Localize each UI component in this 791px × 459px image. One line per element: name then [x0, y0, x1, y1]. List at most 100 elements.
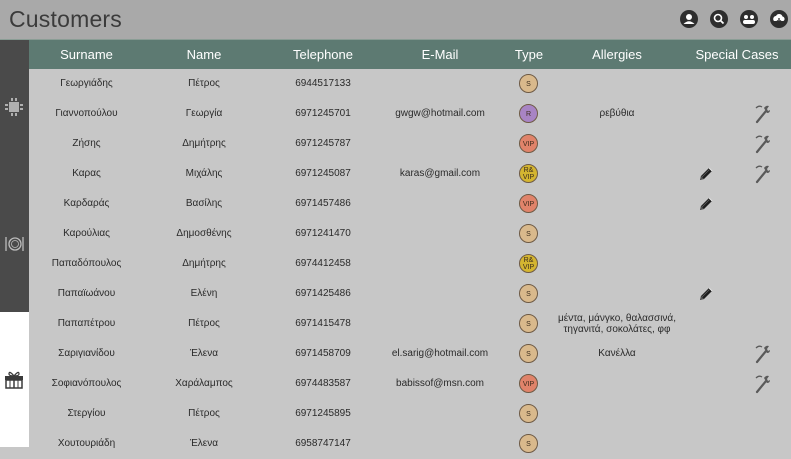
table-row[interactable]: Παπαπέτρου Πέτρος 6971415478 Sμέντα, μάνγκο…: [29, 309, 791, 339]
cell-email: babissof@msn.com: [396, 378, 484, 389]
cell-surname: Σοφιανόπουλος: [51, 378, 122, 389]
header-telephone[interactable]: Telephone: [273, 40, 373, 69]
cell-surname: Ζήσης: [72, 138, 101, 149]
cell-allergies: Κανέλλα: [598, 348, 636, 359]
type-badge[interactable]: R& VIP: [519, 164, 538, 183]
cell-email: [385, 129, 495, 159]
table-row[interactable]: Στεργίου Πέτρος 6971245895 S: [29, 399, 791, 429]
type-badge[interactable]: S: [519, 314, 538, 333]
cell-telephone: 6971245895: [295, 408, 351, 419]
cell-surname: Καρας: [72, 168, 101, 179]
cell-allergies: [552, 189, 682, 219]
table-row[interactable]: Καρας Μιχάλης 6971245087 karas@gmail.com R& V…: [29, 159, 791, 189]
cell-name: Δημοσθένης: [176, 228, 232, 239]
header-special-cases[interactable]: Special Cases: [687, 40, 787, 69]
search-icon[interactable]: [709, 9, 729, 29]
wrench-icon[interactable]: [753, 342, 771, 366]
cell-name: Μιχάλης: [185, 168, 223, 179]
cell-allergies: [552, 69, 682, 99]
cell-name: Δημήτρης: [182, 258, 226, 269]
table-row[interactable]: Καρδαράς Βασίλης 6971457486 VIP: [29, 189, 791, 219]
cell-telephone: 6971245087: [295, 168, 351, 179]
type-badge[interactable]: VIP: [519, 374, 538, 393]
sidebar-light-section: [0, 312, 29, 447]
header-surname[interactable]: Surname: [39, 40, 134, 69]
cell-allergies: ρεβύθια: [599, 108, 635, 119]
header-type[interactable]: Type: [509, 40, 549, 69]
cell-telephone: 6971415478: [295, 318, 351, 329]
cell-telephone: 6971425486: [295, 288, 351, 299]
cell-surname: Γεωργιάδης: [60, 78, 113, 89]
cell-telephone: 6971457486: [295, 198, 351, 209]
cell-allergies: [552, 279, 682, 309]
wrench-icon[interactable]: [753, 162, 771, 186]
table-header: Surname Name Telephone E-Mail Type Aller…: [29, 40, 791, 69]
cell-surname: Χουτουριάδη: [57, 438, 116, 449]
table-row[interactable]: Σοφιανόπουλος Χαράλαμπος 6974483587 babisso…: [29, 369, 791, 399]
cell-allergies: [552, 219, 682, 249]
cell-surname: Στεργίου: [67, 408, 106, 419]
table-row[interactable]: Ζήσης Δημήτρης 6971245787 VIP: [29, 129, 791, 159]
cell-email: karas@gmail.com: [399, 168, 481, 179]
table-icon[interactable]: [3, 96, 25, 118]
cell-name: Γεωργία: [185, 108, 223, 119]
table-row[interactable]: Γεωργιάδης Πέτρος 6944517133 S: [29, 69, 791, 99]
type-badge[interactable]: S: [519, 344, 538, 363]
cell-surname: Παπαπέτρου: [57, 318, 116, 329]
title-bar: Customers: [0, 0, 791, 40]
type-badge[interactable]: VIP: [519, 194, 538, 213]
dining-icon[interactable]: [3, 233, 25, 255]
type-badge[interactable]: R& VIP: [519, 254, 538, 273]
type-badge[interactable]: S: [519, 404, 538, 423]
cell-allergies: [552, 369, 682, 399]
type-badge-top: R&: [523, 167, 534, 174]
type-badge[interactable]: R: [519, 104, 538, 123]
cell-email: el.sarig@hotmail.com: [391, 348, 489, 359]
type-badge-top: R&: [523, 257, 534, 264]
cell-telephone: 6971241470: [295, 228, 351, 239]
cell-telephone: 6974412458: [295, 258, 351, 269]
cell-telephone: 6974483587: [295, 378, 351, 389]
group-icon[interactable]: [739, 9, 759, 29]
wrench-icon[interactable]: [753, 132, 771, 156]
type-badge[interactable]: S: [519, 224, 538, 243]
pencil-icon[interactable]: [697, 195, 715, 213]
cloud-download-icon[interactable]: [769, 9, 789, 29]
cell-allergies: [552, 159, 682, 189]
header-name[interactable]: Name: [159, 40, 249, 69]
cell-name: Πέτρος: [188, 408, 220, 419]
cell-name: Πέτρος: [188, 318, 220, 329]
pencil-icon[interactable]: [697, 165, 715, 183]
table-row[interactable]: Παπαϊωάνου Ελένη 6971425486 S: [29, 279, 791, 309]
table-row[interactable]: Καρούλιας Δημοσθένης 6971241470 S: [29, 219, 791, 249]
type-badge[interactable]: S: [519, 434, 538, 453]
cell-name: Χαράλαμπος: [175, 378, 233, 389]
cell-email: [385, 219, 495, 249]
header-allergies[interactable]: Allergies: [562, 40, 672, 69]
cell-surname: Γιαννοπούλου: [55, 108, 118, 119]
cell-surname: Καρδαράς: [63, 198, 110, 209]
header-email[interactable]: E-Mail: [385, 40, 495, 69]
cell-allergies: μέντα, μάνγκο, θαλασσινά, τηγανιτά, σοκο…: [557, 313, 676, 335]
cell-surname: Καρούλιας: [63, 228, 110, 239]
table-row[interactable]: Σαριγιανίδου Έλενα 6971458709 el.sarig@hotm…: [29, 339, 791, 369]
gift-icon[interactable]: [3, 368, 25, 390]
cell-allergies: [552, 429, 682, 459]
sidebar: [0, 40, 29, 447]
cell-email: [385, 399, 495, 429]
type-badge[interactable]: S: [519, 284, 538, 303]
wrench-icon[interactable]: [753, 102, 771, 126]
pencil-icon[interactable]: [697, 285, 715, 303]
type-badge[interactable]: S: [519, 74, 538, 93]
table-row[interactable]: Γιαννοπούλου Γεωργία 6971245701 gwgw@hotmai…: [29, 99, 791, 129]
cell-telephone: 6971245701: [295, 108, 351, 119]
wrench-icon[interactable]: [753, 372, 771, 396]
cell-email: [385, 309, 495, 339]
type-badge[interactable]: VIP: [519, 134, 538, 153]
table-row[interactable]: Παπαδόπουλος Δημήτρης 6974412458 R& VIP: [29, 249, 791, 279]
cell-email: [385, 69, 495, 99]
cell-telephone: 6971458709: [295, 348, 351, 359]
page-title: Customers: [9, 6, 122, 32]
account-icon[interactable]: [679, 9, 699, 29]
table-row[interactable]: Χουτουριάδη Έλενα 6958747147 S: [29, 429, 791, 459]
